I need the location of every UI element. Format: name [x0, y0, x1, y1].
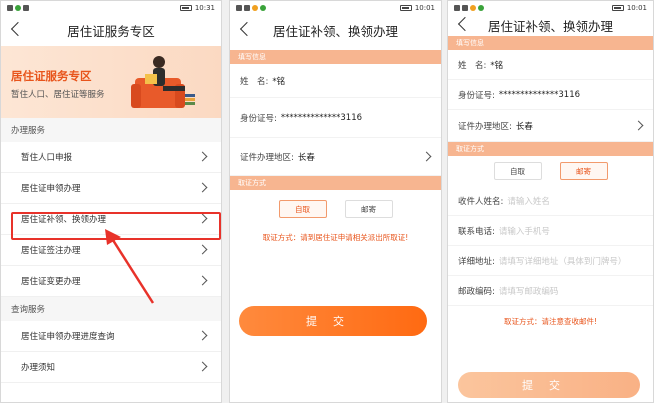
status-time: 10:01 [414, 3, 435, 12]
status-time: 10:31 [194, 3, 215, 12]
back-icon[interactable] [9, 20, 25, 38]
name-row: 姓 名: *铭 [230, 64, 441, 98]
battery-icon [399, 4, 412, 11]
id-value: **************3116 [280, 112, 363, 123]
self-pickup-button[interactable]: 自取 [493, 162, 542, 180]
zipcode-field[interactable]: 邮政编码: 请填写邮政编码 [448, 276, 653, 306]
region-row[interactable]: 证件办理地区: 长春 [448, 110, 653, 142]
menu-item-progress[interactable]: 居住证申领办理进度查询 [1, 321, 221, 352]
menu-item-apply[interactable]: 居住证申领办理 [1, 173, 221, 204]
self-pickup-button[interactable]: 自取 [278, 200, 327, 218]
mail-button[interactable]: 邮寄 [559, 162, 608, 180]
region-value: 长春 [297, 152, 315, 163]
status-bar: 10:31 [1, 1, 221, 14]
battery-icon [611, 4, 624, 11]
menu-item-change[interactable]: 居住证变更办理 [1, 266, 221, 297]
battery-icon [179, 4, 192, 11]
section-handle: 办理服务 [1, 118, 221, 142]
id-row: 身份证号: **************3116 [448, 80, 653, 110]
screen-service-zone: 10:31 居住证服务专区 居住证服务专区 暂住人口、居住证等服务 办理服务 暂… [0, 0, 222, 403]
id-row: 身份证号: **************3116 [230, 98, 441, 138]
chevron-right-icon [199, 244, 207, 256]
chevron-right-icon [199, 275, 207, 287]
section-fill-info: 填写信息 [448, 36, 653, 50]
page-title: 居住证补领、换领办理 [487, 18, 613, 34]
nav-bar: 居住证服务专区 [1, 14, 221, 46]
address-field[interactable]: 详细地址: 请填写详细地址（具体到门牌号） [448, 246, 653, 276]
chevron-right-icon [635, 120, 643, 132]
screen-reissue-self: 10:01 居住证补领、换领办理 填写信息 姓 名: *铭 身份证号: ******… [229, 0, 442, 403]
back-icon[interactable] [456, 15, 472, 33]
submit-button[interactable]: 提交 [458, 372, 640, 398]
name-value: *铭 [272, 76, 286, 87]
menu-item-reissue[interactable]: 居住证补领、换领办理 [1, 204, 221, 235]
banner-title: 居住证服务专区 [11, 69, 92, 83]
name-row: 姓 名: *铭 [448, 50, 653, 80]
pickup-choice: 自取 邮寄 [448, 156, 653, 186]
region-row[interactable]: 证件办理地区: 长春 [230, 138, 441, 176]
page-title: 居住证服务专区 [67, 23, 155, 39]
nav-bar: 居住证补领、换领办理 [230, 14, 441, 46]
status-time: 10:01 [626, 3, 647, 12]
section-pickup-method: 取证方式 [230, 176, 441, 190]
banner: 居住证服务专区 暂住人口、居住证等服务 [1, 46, 221, 118]
chevron-right-icon [199, 151, 207, 163]
banner-subtitle: 暂住人口、居住证等服务 [11, 90, 105, 100]
reading-person-illustration [131, 56, 195, 108]
screen-reissue-mail: 10:01 居住证补领、换领办理 填写信息 姓 名: *铭 身份证号: ******… [447, 0, 654, 403]
section-query: 查询服务 [1, 297, 221, 321]
pickup-choice: 自取 邮寄 [230, 190, 441, 228]
chevron-right-icon [423, 151, 431, 163]
pickup-note: 取证方式：请到居住证申请相关派出所取证! [262, 233, 409, 242]
menu-item-temp-declare[interactable]: 暂住人口申报 [1, 142, 221, 173]
phone-field[interactable]: 联系电话: 请输入手机号 [448, 216, 653, 246]
recipient-field[interactable]: 收件人姓名: 请输入姓名 [448, 186, 653, 216]
mail-button[interactable]: 邮寄 [344, 200, 393, 218]
menu-item-notice[interactable]: 办理须知 [1, 352, 221, 383]
section-pickup-method: 取证方式 [448, 142, 653, 156]
chevron-right-icon [199, 330, 207, 342]
back-icon[interactable] [238, 20, 254, 38]
submit-button[interactable]: 提交 [239, 306, 427, 336]
section-fill-info: 填写信息 [230, 50, 441, 64]
mail-note: 取证方式：请注意查收邮件! [503, 317, 597, 326]
chevron-right-icon [199, 361, 207, 373]
menu-item-endorse[interactable]: 居住证签注办理 [1, 235, 221, 266]
chevron-right-icon [199, 213, 207, 225]
status-bar: 10:01 [230, 1, 441, 14]
page-title: 居住证补领、换领办理 [272, 23, 398, 39]
status-bar: 10:01 [448, 1, 653, 14]
chevron-right-icon [199, 182, 207, 194]
nav-bar: 居住证补领、换领办理 [448, 14, 653, 36]
